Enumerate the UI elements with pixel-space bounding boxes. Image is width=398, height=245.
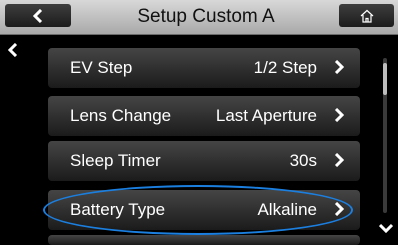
menu-item-lens-change[interactable]: Lens Change Last Aperture (48, 96, 360, 136)
menu-item-value: 1/2 Step (253, 58, 317, 77)
previous-page-button[interactable] (7, 42, 18, 62)
menu-item-label: Sleep Timer (70, 151, 161, 170)
chevron-left-icon (7, 42, 18, 58)
menu-item-ev-step[interactable]: EV Step 1/2 Step (48, 48, 360, 88)
chevron-left-icon (33, 8, 43, 23)
home-button[interactable] (339, 4, 394, 27)
header-bar: Setup Custom A (0, 0, 398, 35)
back-button[interactable] (5, 4, 71, 27)
chevron-right-icon (334, 108, 344, 122)
menu-item-value: Alkaline (257, 200, 317, 219)
chevron-down-icon (378, 223, 394, 234)
menu-item-battery-type[interactable]: Battery Type Alkaline (48, 190, 360, 230)
chevron-right-icon (334, 202, 344, 216)
menu-item-value: 30s (289, 151, 317, 170)
menu-item-label: EV Step (70, 58, 133, 77)
menu-item-value: Last Aperture (215, 106, 317, 125)
scrollbar-thumb[interactable] (383, 63, 387, 95)
next-page-button[interactable] (378, 220, 394, 238)
menu-item-label: Lens Change (70, 106, 172, 125)
menu-item-label: Battery Type (70, 200, 166, 219)
page-title: Setup Custom A (137, 6, 275, 27)
menu-item-sleep-timer[interactable]: Sleep Timer 30s (48, 141, 360, 181)
home-icon (360, 9, 373, 23)
menu-item-next-partial[interactable] (48, 235, 360, 245)
chevron-right-icon (334, 153, 344, 167)
chevron-right-icon (334, 60, 344, 74)
